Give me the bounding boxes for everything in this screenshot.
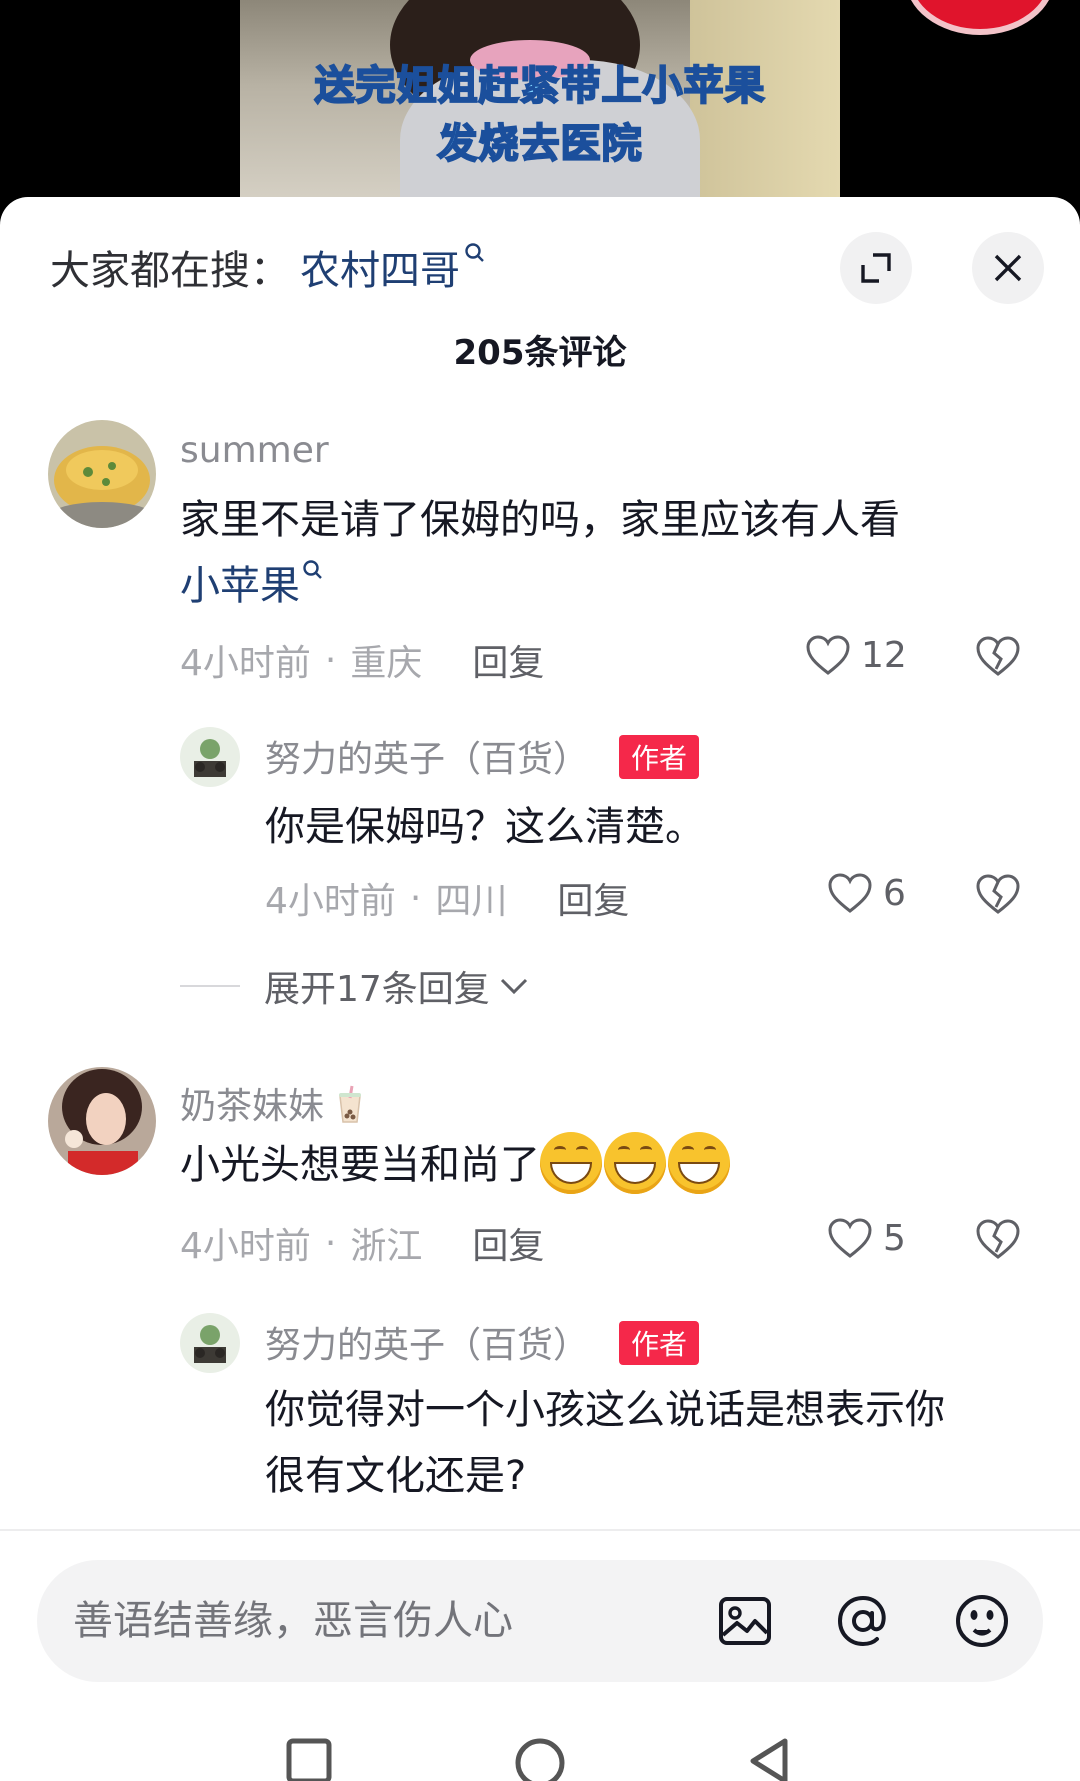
- like-button[interactable]: 12: [805, 634, 907, 676]
- comment-input-bar: [37, 1560, 1043, 1682]
- reply-text-line: 很有文化还是?: [265, 1453, 527, 1499]
- like-button[interactable]: 6: [827, 872, 906, 914]
- system-nav-bar: [0, 1717, 1080, 1781]
- home-button[interactable]: [514, 1737, 566, 1781]
- video-player[interactable]: 送完姐姐赶紧带上小苹果 发烧去医院: [0, 0, 1080, 215]
- bubble-tea-icon: [335, 1084, 365, 1133]
- grin-emoji-icon: [604, 1132, 666, 1194]
- expand-divider: [180, 985, 240, 987]
- avatar[interactable]: [180, 1313, 240, 1373]
- reply-username[interactable]: 努力的英子（百货） 作者: [265, 730, 700, 782]
- comment-username-text[interactable]: 奶茶妹妹: [180, 1086, 324, 1127]
- grin-emoji-icon: [540, 1132, 602, 1194]
- avatar[interactable]: [48, 420, 156, 528]
- broken-heart-icon: [976, 636, 1020, 676]
- trending-search-prefix: 大家都在搜：: [50, 248, 290, 294]
- author-badge: 作者: [619, 1321, 700, 1365]
- reply-time: 4小时前: [265, 881, 396, 922]
- like-count: 5: [883, 1217, 906, 1259]
- search-icon: [302, 535, 324, 601]
- comment-text-line: 小光头想要当和尚了: [180, 1142, 540, 1188]
- red-circle-button[interactable]: [905, 0, 1055, 35]
- comment-meta: 4小时前 · 重庆 回复: [180, 634, 544, 686]
- like-button[interactable]: 5: [827, 1217, 906, 1259]
- image-button[interactable]: [717, 1593, 773, 1649]
- at-icon: [837, 1595, 886, 1647]
- comment-count: 205条评论: [453, 333, 627, 373]
- search-icon: [464, 242, 486, 264]
- reply-username-text[interactable]: 努力的英子（百货）: [265, 1325, 589, 1366]
- comment-time: 4小时前: [180, 643, 311, 684]
- dislike-button[interactable]: [975, 1218, 1021, 1264]
- reply-text: 你觉得对一个小孩这么说话是想表示你 很有文化还是?: [265, 1377, 945, 1509]
- like-count: 6: [883, 872, 906, 914]
- reply-username-text[interactable]: 努力的英子（百货）: [265, 739, 589, 780]
- video-caption-line2: 发烧去医院: [437, 120, 643, 168]
- reply-meta: 4小时前 · 四川 回复: [265, 872, 629, 924]
- comment-text: 小光头想要当和尚了: [180, 1132, 732, 1198]
- avatar[interactable]: [180, 727, 240, 787]
- image-icon: [719, 1597, 771, 1645]
- reply-button[interactable]: 回复: [472, 634, 544, 686]
- expand-button[interactable]: [840, 232, 912, 304]
- heart-icon: [828, 873, 872, 913]
- reply-text-line: 你觉得对一个小孩这么说话是想表示你: [265, 1387, 945, 1433]
- close-button[interactable]: [972, 232, 1044, 304]
- video-caption-line1: 送完姐姐赶紧带上小苹果: [314, 62, 766, 110]
- grin-emoji-icon: [668, 1132, 730, 1194]
- expand-replies-button[interactable]: 展开17条回复: [180, 960, 530, 1012]
- dislike-button[interactable]: [975, 873, 1021, 919]
- comment-location: 浙江: [350, 1226, 423, 1267]
- emoji-button[interactable]: [954, 1593, 1010, 1649]
- reply-text: 你是保姆吗？这么清楚。: [265, 804, 705, 850]
- circle-icon: [515, 1738, 565, 1781]
- trending-search-term[interactable]: 农村四哥: [300, 238, 460, 296]
- dislike-button[interactable]: [975, 635, 1021, 681]
- triangle-back-icon: [750, 1738, 788, 1781]
- heart-icon: [806, 635, 850, 675]
- comment-link[interactable]: 小苹果: [180, 563, 300, 609]
- mention-button[interactable]: [835, 1593, 891, 1649]
- comment-meta: 4小时前 · 浙江 回复: [180, 1217, 544, 1269]
- recents-button[interactable]: [285, 1737, 333, 1781]
- comment-input[interactable]: [73, 1590, 673, 1652]
- square-icon: [286, 1738, 332, 1781]
- chevron-down-icon: [500, 978, 527, 995]
- like-count: 12: [861, 634, 907, 676]
- reply-location: 四川: [435, 881, 508, 922]
- close-icon: [994, 254, 1022, 282]
- expand-replies-label: 展开17条回复: [264, 969, 490, 1010]
- comment-text: 家里不是请了保姆的吗，家里应该有人看 小苹果: [180, 487, 900, 619]
- comment-username[interactable]: 奶茶妹妹: [180, 1077, 365, 1133]
- broken-heart-icon: [976, 1219, 1020, 1259]
- back-button[interactable]: [745, 1737, 793, 1781]
- comment-sheet: 大家都在搜： 农村四哥 205条评论 summer 家里不是请了保姆的吗，家里应…: [0, 197, 1080, 1781]
- broken-heart-icon: [976, 874, 1020, 914]
- comment-text-line: 家里不是请了保姆的吗，家里应该有人看: [180, 497, 900, 543]
- reply-button[interactable]: 回复: [472, 1217, 544, 1269]
- avatar[interactable]: [48, 1067, 156, 1175]
- author-badge: 作者: [619, 735, 700, 779]
- reply-username[interactable]: 努力的英子（百货） 作者: [265, 1316, 700, 1368]
- heart-icon: [828, 1218, 872, 1258]
- reply-button[interactable]: 回复: [557, 872, 629, 924]
- comment-username[interactable]: summer: [180, 430, 329, 471]
- comment-time: 4小时前: [180, 1226, 311, 1267]
- expand-icon: [861, 253, 891, 283]
- comment-location: 重庆: [350, 643, 423, 684]
- divider: [0, 1529, 1080, 1531]
- smiley-icon: [956, 1595, 1008, 1647]
- trending-search[interactable]: 大家都在搜： 农村四哥: [50, 237, 486, 297]
